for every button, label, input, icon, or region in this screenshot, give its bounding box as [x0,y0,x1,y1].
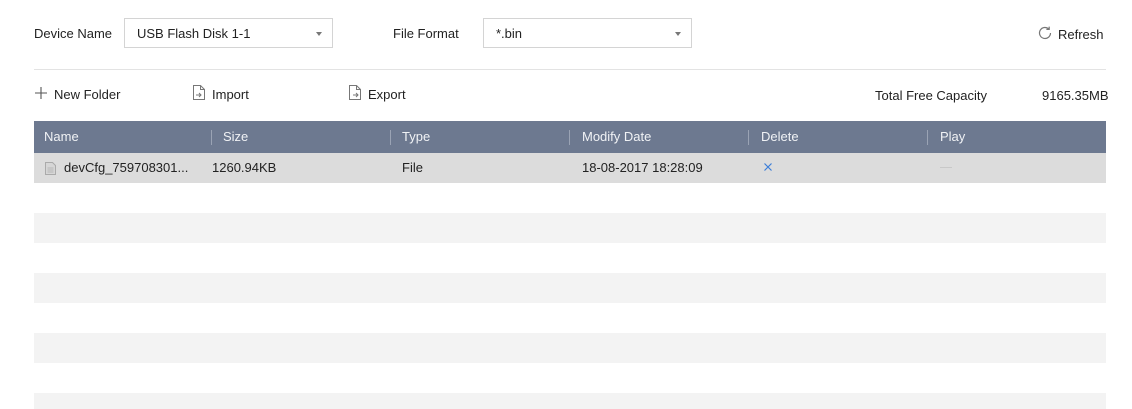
file-format-value: *.bin [496,26,523,41]
column-divider [211,130,212,145]
column-header-type[interactable]: Type [402,121,430,153]
export-button[interactable]: Export [348,84,406,104]
device-name-dropdown[interactable]: USB Flash Disk 1-1 [124,18,333,48]
file-modify-date: 18-08-2017 18:28:09 [582,160,703,175]
column-divider [390,130,391,145]
export-icon [348,84,362,104]
new-folder-label: New Folder [54,86,121,102]
table-row [34,213,1106,243]
file-format-label: File Format [393,26,459,41]
chevron-down-icon [675,32,681,36]
column-header-delete[interactable]: Delete [761,121,799,153]
table-row [34,243,1106,273]
plus-icon [34,86,48,103]
refresh-icon [1036,24,1054,45]
import-button[interactable]: Import [192,84,249,104]
column-header-name[interactable]: Name [44,121,79,153]
device-name-label: Device Name [34,26,113,41]
chevron-down-icon [316,32,322,36]
play-disabled-indicator [940,167,952,168]
import-label: Import [212,86,249,102]
table-row [34,273,1106,303]
refresh-button[interactable]: Refresh [1036,24,1104,44]
file-format-dropdown[interactable]: *.bin [483,18,692,48]
divider [34,69,1106,70]
export-label: Export [368,86,406,102]
table-header: Name Size Type Modify Date Delete Play [34,121,1106,153]
file-icon [45,162,56,178]
new-folder-button[interactable]: New Folder [34,84,120,104]
file-table: Name Size Type Modify Date Delete Play d… [34,121,1106,409]
import-icon [192,84,206,104]
delete-icon[interactable] [762,161,774,176]
filter-bar: Device Name USB Flash Disk 1-1 File Form… [0,0,1132,68]
column-divider [569,130,570,145]
file-type: File [402,160,423,175]
file-name: devCfg_759708301... [64,160,189,175]
table-row [34,333,1106,363]
column-divider [748,130,749,145]
refresh-label: Refresh [1058,26,1104,42]
file-size: 1260.94KB [212,160,277,175]
table-row [34,183,1106,213]
table-row [34,303,1106,333]
column-header-size[interactable]: Size [223,121,248,153]
column-header-play[interactable]: Play [940,121,965,153]
table-row[interactable]: devCfg_759708301... 1260.94KB File 18-08… [34,153,1106,183]
column-header-modify-date[interactable]: Modify Date [582,121,651,153]
total-free-capacity-value: 9165.35MB [1042,88,1109,103]
table-row [34,363,1106,393]
total-free-capacity-label: Total Free Capacity [875,88,987,103]
device-name-value: USB Flash Disk 1-1 [137,26,251,41]
column-divider [927,130,928,145]
table-row [34,393,1106,409]
